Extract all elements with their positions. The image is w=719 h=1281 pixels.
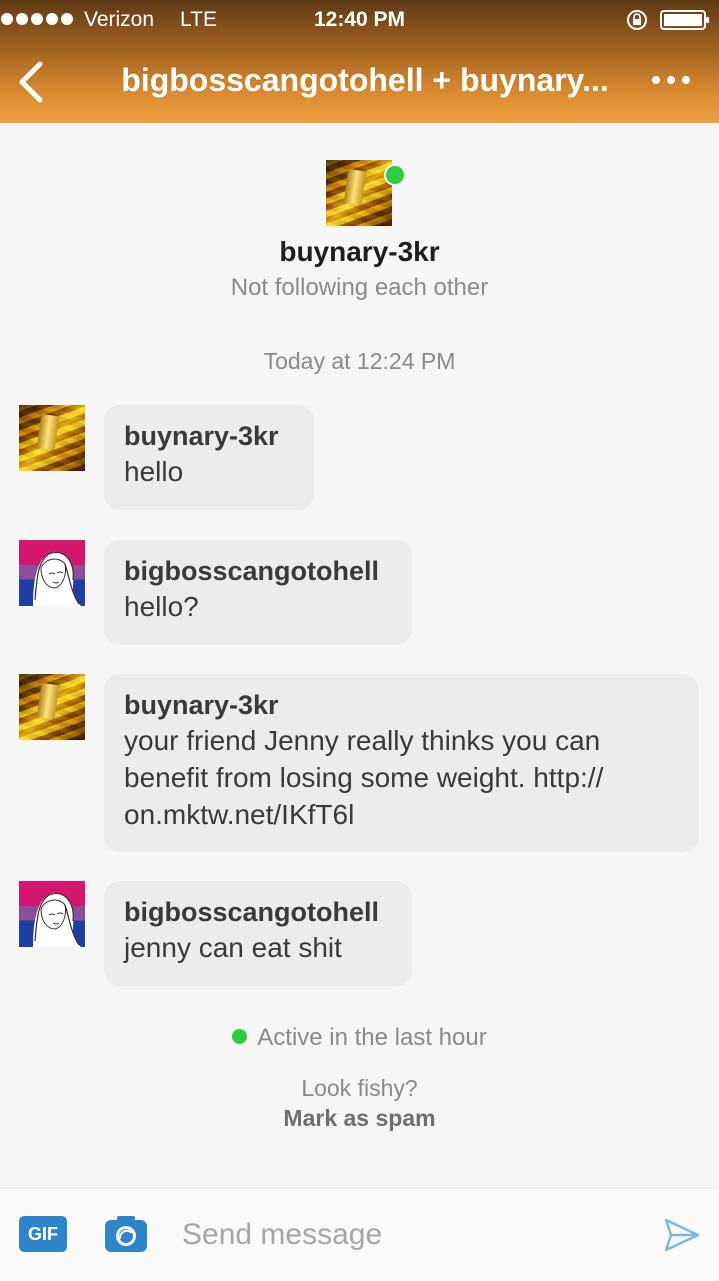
back-arrow-icon[interactable] bbox=[12, 58, 52, 106]
message-text: jenny can eat shit bbox=[124, 932, 342, 963]
mark-as-spam-button[interactable]: Mark as spam bbox=[0, 1105, 719, 1132]
status-time: 12:40 PM bbox=[313, 8, 406, 31]
sender-avatar[interactable] bbox=[19, 674, 85, 740]
message-bubble: bigbosscangotohell jenny can eat shit bbox=[104, 881, 412, 986]
nav-bar: bigbosscangotohell + buynary... bbox=[0, 40, 719, 123]
message-link[interactable]: on.mktw.net/IKfT6l bbox=[124, 796, 679, 833]
message-text-line: your friend Jenny really thinks you can bbox=[124, 725, 601, 756]
profile-name[interactable]: buynary-3kr bbox=[0, 236, 719, 268]
activity-label: Active in the last hour bbox=[257, 1024, 487, 1051]
message-input[interactable] bbox=[180, 1211, 644, 1259]
illustrated-woman-avatar bbox=[19, 540, 85, 606]
online-indicator-icon bbox=[232, 1029, 248, 1044]
profile-avatar[interactable] bbox=[325, 160, 406, 228]
sender-avatar[interactable] bbox=[19, 540, 85, 606]
send-icon[interactable] bbox=[664, 1217, 700, 1253]
conversation-timestamp: Today at 12:24 PM bbox=[263, 348, 456, 374]
sender-avatar[interactable] bbox=[19, 405, 85, 471]
status-bar: Verizon LTE 12:40 PM bbox=[0, 0, 719, 40]
message-author: buynary-3kr bbox=[124, 421, 279, 451]
more-dots-icon[interactable] bbox=[646, 68, 696, 92]
lock-rotation-icon bbox=[627, 10, 647, 30]
message-bubble: buynary-3kr your friend Jenny really thi… bbox=[104, 674, 699, 852]
activity-status: Active in the last hour bbox=[0, 1024, 719, 1052]
header: Verizon LTE 12:40 PM bigbosscangotohell … bbox=[0, 0, 719, 123]
message-author: bigbosscangotohell bbox=[124, 897, 380, 927]
message-text: hello bbox=[124, 456, 184, 487]
participant-profile: buynary-3kr Not following each other bbox=[0, 160, 719, 302]
message-text: hello? bbox=[124, 591, 199, 622]
message-bubble: buynary-3kr hello bbox=[104, 405, 314, 510]
online-indicator-icon bbox=[383, 164, 406, 186]
camera-icon[interactable] bbox=[104, 1215, 148, 1253]
message-text-line: benefit from losing some weight. http:// bbox=[124, 762, 604, 793]
spam-prompt: Look fishy? bbox=[301, 1075, 418, 1101]
gold-bars-avatar bbox=[19, 405, 85, 471]
conversation-title[interactable]: bigbosscangotohell + buynary... bbox=[110, 62, 620, 99]
message-author: buynary-3kr bbox=[124, 690, 279, 720]
gold-bars-avatar bbox=[325, 160, 392, 226]
message-author: bigbosscangotohell bbox=[124, 556, 380, 586]
message-bubble: bigbosscangotohell hello? bbox=[104, 540, 412, 645]
illustrated-woman-avatar bbox=[19, 881, 85, 947]
follow-status: Not following each other bbox=[230, 274, 489, 301]
battery-icon bbox=[660, 10, 709, 30]
gold-bars-avatar bbox=[19, 674, 85, 740]
message-composer: GIF bbox=[0, 1188, 719, 1281]
sender-avatar[interactable] bbox=[19, 881, 85, 947]
gif-button[interactable]: GIF bbox=[19, 1216, 67, 1252]
